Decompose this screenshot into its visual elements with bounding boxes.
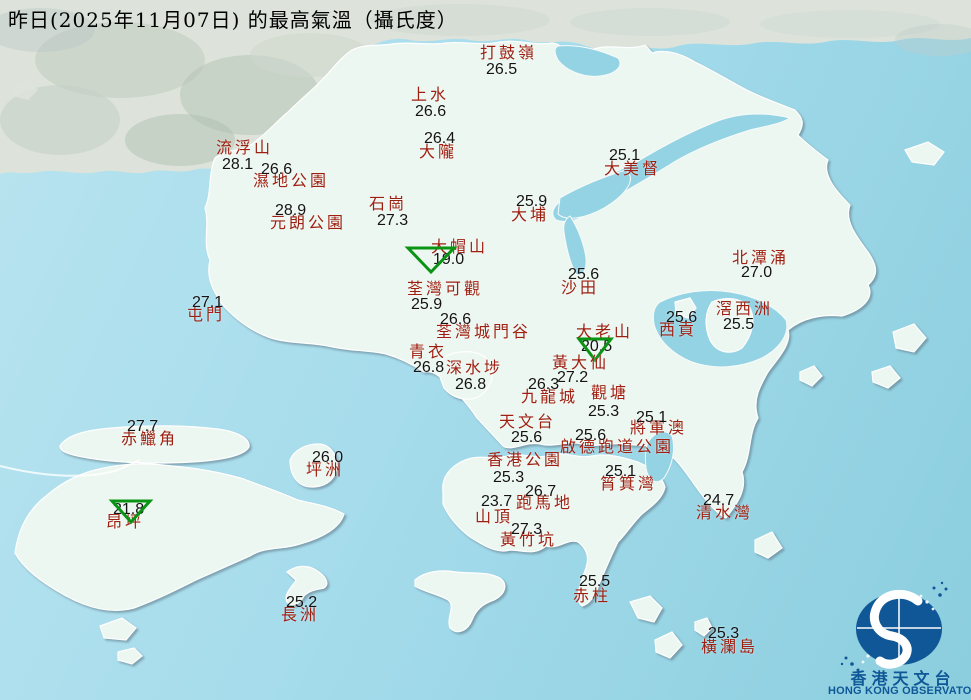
station-temperature-value: 25.1 [609, 147, 641, 164]
map-title: 昨日(2025年11月07日) 的最高氣溫（攝氏度） [8, 8, 458, 32]
station-temperature-value: 26.6 [261, 161, 293, 178]
station-temperature-value: 25.6 [568, 266, 600, 283]
station-name-label: 上水 [411, 85, 450, 104]
title-bar: 昨日(2025年11月07日) 的最高氣溫（攝氏度） [0, 0, 971, 33]
station-temperature-value: 27.3 [377, 212, 409, 229]
station-name-label: 流浮山 [216, 138, 274, 157]
station-temperature-value: 25.1 [605, 463, 637, 480]
station-name-label: 滘西洲 [716, 299, 774, 318]
station-temperature-value: 25.2 [286, 594, 318, 611]
station-temperature-value: 24.7 [703, 492, 735, 509]
station-temperature-value: 27.3 [511, 521, 543, 538]
station-temperature-value: 25.9 [411, 296, 443, 313]
station-temperature-value: 26.6 [440, 311, 472, 328]
station-temperature-value: 25.6 [511, 429, 543, 446]
soko-islands [99, 617, 137, 641]
station-temperature-value: 26.7 [525, 483, 557, 500]
station-name-label: 香港公園 [487, 450, 564, 469]
station-temperature-value: 27.1 [192, 294, 224, 311]
station-temperature-value: 26.3 [528, 376, 560, 393]
station-temperature-value: 25.5 [579, 573, 611, 590]
station-temperature-value: 25.3 [493, 469, 525, 486]
station-name-label: 青衣 [409, 342, 448, 361]
station-temperature-value: 26.0 [312, 449, 344, 466]
station-temperature-value: 26.4 [424, 130, 456, 147]
lamma-island [414, 570, 506, 633]
station-name-label: 打鼓嶺 [480, 43, 538, 62]
tung-lung-island [754, 531, 783, 559]
station-temperature-value: 27.7 [127, 418, 159, 435]
hong-kong-map [0, 0, 971, 672]
station-name-label: 天文台 [499, 412, 557, 431]
station-temperature-value: 23.7 [481, 493, 513, 510]
station-name-label: 石崗 [369, 194, 408, 213]
hko-max-temperature-map: 昨日(2025年11月07日) 的最高氣溫（攝氏度） 打鼓嶺 26.5 上水 26.6… [0, 0, 971, 700]
station-temperature-value: 25.3 [708, 625, 740, 642]
station-temperature-value: 25.3 [588, 403, 620, 420]
record-marker-triangle-icon [404, 246, 458, 275]
station-temperature-value: 25.6 [666, 309, 698, 326]
station-name-label: 深水埗 [446, 358, 504, 377]
observatory-name-english: HONG KONG OBSERVATORY [828, 685, 971, 697]
hko-logo [840, 581, 948, 672]
station-temperature-value: 26.6 [415, 103, 447, 120]
station-temperature-value: 25.5 [723, 316, 755, 333]
station-temperature-value: 25.1 [636, 409, 668, 426]
station-name-label: 荃灣可觀 [407, 279, 484, 298]
station-temperature-value: 26.8 [455, 376, 487, 393]
station-temperature-value: 27.2 [557, 369, 589, 386]
station-temperature-value: 26.8 [413, 359, 445, 376]
record-marker-triangle-icon [108, 499, 154, 525]
station-temperature-value: 25.6 [575, 427, 607, 444]
station-name-label: 赤柱 [573, 586, 612, 605]
station-name-label: 山頂 [475, 507, 514, 526]
station-temperature-value: 26.5 [486, 61, 518, 78]
station-temperature-value: 27.0 [741, 264, 773, 281]
po-toi-islands [629, 595, 663, 623]
station-temperature-value: 28.1 [222, 156, 254, 173]
station-temperature-value: 28.9 [275, 202, 307, 219]
station-name-label: 觀塘 [591, 383, 630, 402]
station-temperature-value: 25.9 [516, 193, 548, 210]
